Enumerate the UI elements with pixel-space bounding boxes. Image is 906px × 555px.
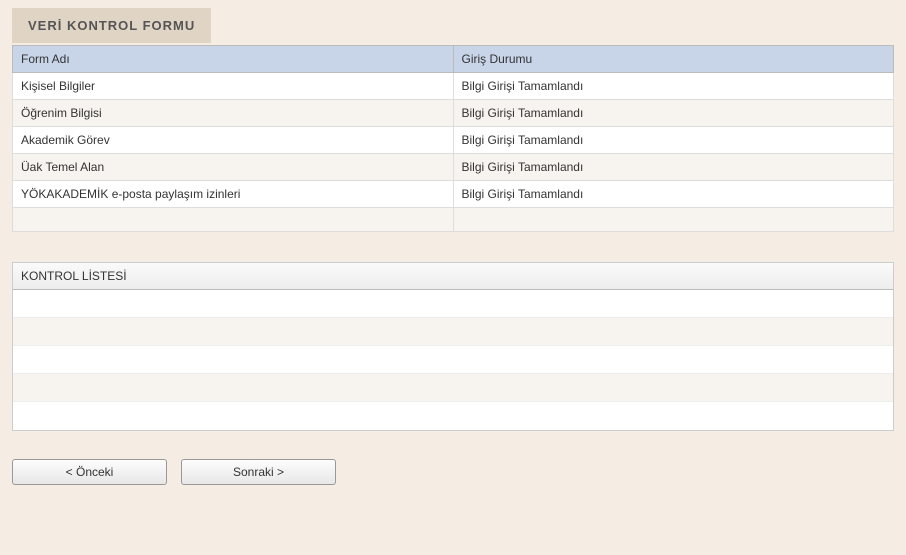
cell-status: Bilgi Girişi Tamamlandı (453, 100, 894, 127)
cell-form: Kişisel Bilgiler (13, 73, 454, 100)
cell-status: Bilgi Girişi Tamamlandı (453, 73, 894, 100)
page-title: VERİ KONTROL FORMU (12, 8, 211, 43)
kontrol-row (13, 290, 893, 318)
table-row-empty (13, 208, 894, 232)
kontrol-listesi-header: KONTROL LİSTESİ (13, 263, 893, 290)
kontrol-listesi-body (13, 290, 893, 430)
button-bar: < Önceki Sonraki > (12, 459, 894, 485)
kontrol-row (13, 402, 893, 430)
kontrol-row (13, 346, 893, 374)
header-form-adi: Form Adı (13, 46, 454, 73)
kontrol-listesi-panel: KONTROL LİSTESİ (12, 262, 894, 431)
table-row: Öğrenim Bilgisi Bilgi Girişi Tamamlandı (13, 100, 894, 127)
cell-empty (13, 208, 454, 232)
cell-form: Akademik Görev (13, 127, 454, 154)
cell-form: Öğrenim Bilgisi (13, 100, 454, 127)
table-row: Kişisel Bilgiler Bilgi Girişi Tamamlandı (13, 73, 894, 100)
cell-status: Bilgi Girişi Tamamlandı (453, 181, 894, 208)
kontrol-row (13, 318, 893, 346)
kontrol-row (13, 374, 893, 402)
prev-button[interactable]: < Önceki (12, 459, 167, 485)
table-row: Akademik Görev Bilgi Girişi Tamamlandı (13, 127, 894, 154)
cell-form: Üak Temel Alan (13, 154, 454, 181)
cell-status: Bilgi Girişi Tamamlandı (453, 154, 894, 181)
table-header-row: Form Adı Giriş Durumu (13, 46, 894, 73)
cell-status: Bilgi Girişi Tamamlandı (453, 127, 894, 154)
header-giris-durumu: Giriş Durumu (453, 46, 894, 73)
veri-kontrol-table: Form Adı Giriş Durumu Kişisel Bilgiler B… (12, 45, 894, 232)
table-row: YÖKAKADEMİK e-posta paylaşım izinleri Bi… (13, 181, 894, 208)
cell-form: YÖKAKADEMİK e-posta paylaşım izinleri (13, 181, 454, 208)
next-button[interactable]: Sonraki > (181, 459, 336, 485)
cell-empty (453, 208, 894, 232)
table-row: Üak Temel Alan Bilgi Girişi Tamamlandı (13, 154, 894, 181)
